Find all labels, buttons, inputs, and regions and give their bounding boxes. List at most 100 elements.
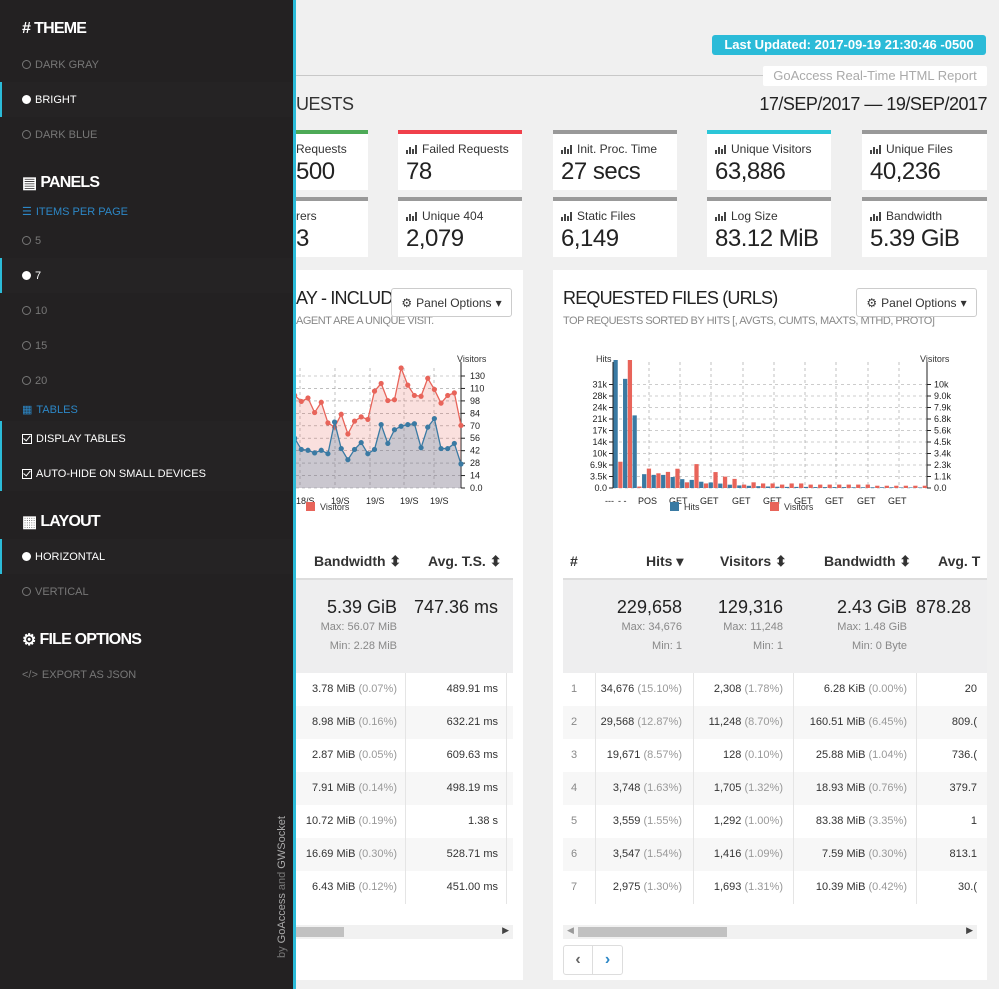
sidebar-option-20[interactable]: 20 [0, 363, 293, 398]
y-tick-label: 0.0 [934, 483, 947, 493]
bar-chart-icon [870, 211, 882, 221]
sidebar-option-vertical[interactable]: VERTICAL [0, 574, 293, 609]
y-tick-label: 0.0 [470, 483, 483, 493]
bar [642, 474, 647, 488]
bar [646, 468, 652, 488]
metric-value: 3 [296, 225, 309, 252]
bar [684, 482, 690, 488]
sidebar-option-dark-blue[interactable]: DARK BLUE [0, 117, 293, 152]
prev-page-button[interactable]: ‹ [564, 946, 594, 974]
data-point [298, 398, 304, 405]
sidebar-option-bright[interactable]: BRIGHT [0, 82, 293, 117]
metric-value: 6,149 [561, 225, 619, 252]
sidebar-option-5[interactable]: 5 [0, 223, 293, 258]
sidebar-option-7[interactable]: 7 [0, 258, 293, 293]
requested-files-panel: REQUESTED FILES (URLS) TOP REQUESTS SORT… [553, 270, 987, 980]
data-point [345, 431, 351, 437]
bar [751, 482, 756, 488]
panel-options-button[interactable]: ⚙ Panel Options ▾ [391, 288, 512, 317]
metric-value: 40,236 [870, 158, 941, 185]
sidebar-option-display-tables[interactable]: DISPLAY TABLES [0, 421, 293, 456]
table-row[interactable]: 3 19,671 (8.57%) 128 (0.10%) 25.88 MiB (1.0… [563, 739, 987, 772]
sidebar-option-15[interactable]: 15 [0, 328, 293, 363]
metric-label: Bandwidth [886, 209, 943, 223]
table-row[interactable]: 2.87 MiB (0.05%) 609.63 ms [296, 739, 513, 772]
table-row[interactable]: 2 29,568 (12.87%) 11,248 (8.70%) 160.51 MiB… [563, 706, 987, 739]
bar [822, 487, 828, 488]
metric-value: 27 secs [561, 158, 641, 185]
y-tick-label: 9.0k [934, 391, 952, 401]
y-tick-label: 84 [470, 408, 480, 418]
col-header-avgts[interactable]: Avg. T.S. ⬍ [428, 553, 501, 570]
legend-swatch [306, 502, 315, 511]
list-icon: ☰ [22, 206, 32, 218]
table-row[interactable]: 3.78 MiB (0.07%) 489.91 ms [296, 673, 513, 706]
table-row[interactable]: 8.98 MiB (0.16%) 632.21 ms [296, 706, 513, 739]
col-header-hits[interactable]: Hits ▾ [646, 553, 683, 570]
y-tick-label: 3.5k [590, 472, 608, 482]
table-row[interactable]: 7 2,975 (1.30%) 1,693 (1.31%) 10.39 MiB (0.… [563, 871, 987, 904]
data-point [312, 409, 318, 416]
bar [799, 483, 804, 488]
bar [884, 485, 889, 488]
metric-card: Requests 500 [296, 130, 368, 190]
y-tick-label: 130 [470, 371, 485, 381]
sidebar-option-dark-gray[interactable]: DARK GRAY [0, 47, 293, 82]
bar [613, 360, 618, 488]
table-row[interactable]: 6.43 MiB (0.12%) 451.00 ms [296, 871, 513, 904]
table-row[interactable]: 5 3,559 (1.55%) 1,292 (1.00%) 83.38 MiB (3.… [563, 805, 987, 838]
table-row[interactable]: 4 3,748 (1.63%) 1,705 (1.32%) 18.93 MiB (0.… [563, 772, 987, 805]
panel-options-button[interactable]: ⚙ Panel Options ▾ [856, 288, 977, 317]
data-point [351, 446, 358, 453]
sidebar-option-horizontal[interactable]: HORIZONTAL [0, 539, 293, 574]
data-point [298, 446, 304, 453]
data-point [391, 397, 398, 403]
horizontal-scrollbar[interactable]: ◀ ▶ [563, 925, 977, 939]
table-row[interactable]: 6 3,547 (1.54%) 1,416 (1.09%) 7.59 MiB (0.3… [563, 838, 987, 871]
bar [694, 464, 699, 488]
col-header-bandwidth[interactable]: Bandwidth ⬍ [824, 553, 911, 570]
data-point [445, 392, 451, 399]
metric-value: 5.39 GiB [870, 225, 960, 252]
y-tick-label: 7.9k [934, 403, 952, 413]
data-point [318, 399, 324, 405]
col-header-avgts[interactable]: Avg. T [938, 553, 987, 569]
data-point [418, 393, 424, 399]
data-point [405, 382, 411, 388]
sidebar-option-auto-hide-on-small-devices[interactable]: AUTO-HIDE ON SMALL DEVICES [0, 456, 293, 491]
bar [656, 473, 661, 488]
table-row[interactable]: 7.91 MiB (0.14%) 498.19 ms [296, 772, 513, 805]
bar [813, 487, 818, 488]
next-page-button[interactable]: › [593, 946, 622, 974]
metric-label: Failed Requests [422, 142, 509, 156]
bar [651, 474, 656, 488]
metric-label: Init. Proc. Time [577, 142, 658, 156]
y-tick-label: 0.0 [594, 483, 607, 493]
table-row[interactable]: 1 34,676 (15.10%) 2,308 (1.78%) 6.28 KiB (0… [563, 673, 987, 706]
bar [699, 481, 704, 488]
x-tick-label: GET [825, 496, 844, 506]
sidebar-option-10[interactable]: 10 [0, 293, 293, 328]
horizontal-scrollbar[interactable]: ▶ [296, 925, 513, 939]
bar [703, 483, 709, 488]
bar [870, 487, 875, 488]
bar [894, 485, 899, 488]
col-header-visitors[interactable]: Visitors ⬍ [720, 553, 787, 570]
metric-card: Failed Requests 78 [398, 130, 522, 190]
bar [875, 485, 880, 488]
y-tick-label: 14 [470, 471, 480, 481]
y-tick-label: 21k [592, 414, 607, 424]
bar [860, 487, 866, 488]
table-row[interactable]: 16.69 MiB (0.30%) 528.71 ms [296, 838, 513, 871]
bar [846, 484, 851, 488]
y-tick-label: 17k [592, 426, 607, 436]
metric-label: Log Size [731, 209, 778, 223]
caret-down-icon: ▾ [960, 295, 967, 310]
col-header-bandwidth[interactable]: Bandwidth ⬍ [314, 553, 401, 570]
bar [632, 415, 637, 488]
bar-chart-icon [715, 211, 727, 221]
metric-card: Unique Files 40,236 [862, 130, 987, 190]
data-point [378, 380, 384, 387]
table-row[interactable]: 10.72 MiB (0.19%) 1.38 s [296, 805, 513, 838]
export-json-button[interactable]: </> EXPORT AS JSON [0, 657, 293, 692]
